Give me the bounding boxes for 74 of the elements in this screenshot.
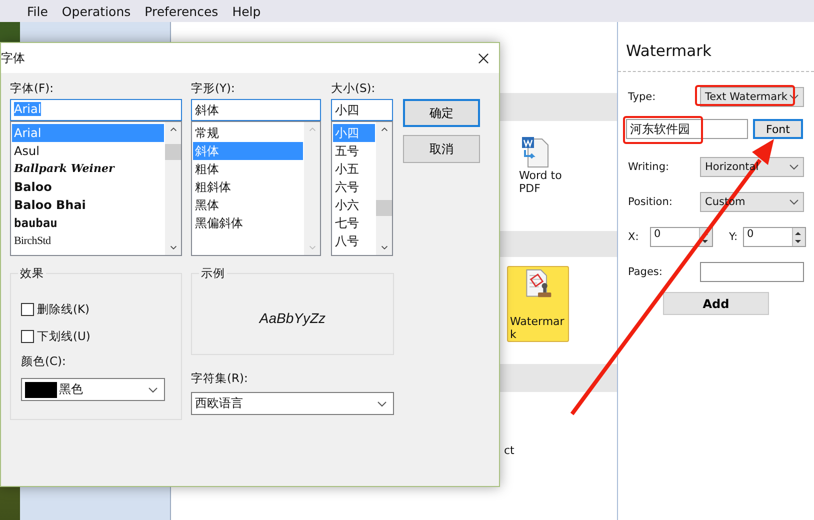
text-field[interactable]: 河东软件园 — [626, 119, 748, 139]
list-item[interactable]: 八号 — [333, 232, 375, 250]
group-title: 示例 — [199, 266, 227, 281]
field-label: Y: — [729, 231, 739, 243]
field-label: 字体(F): — [10, 81, 54, 97]
field-label: 大小(S): — [331, 81, 376, 97]
chevron-down-icon — [789, 199, 799, 205]
tool-label: ct — [504, 444, 516, 457]
chevron-down-icon — [148, 386, 158, 392]
checkbox-label: 删除线(K) — [37, 302, 90, 317]
size-field[interactable]: 小四 — [331, 99, 393, 121]
field-label: Position: — [627, 196, 674, 208]
add-button[interactable]: Add — [663, 292, 769, 315]
list-item[interactable]: BirchStd — [12, 232, 164, 250]
scroll-down-icon[interactable] — [168, 245, 178, 251]
chevron-down-icon — [789, 94, 799, 100]
list-item[interactable]: 七号 — [333, 214, 375, 232]
dialog-button[interactable]: 确定 — [403, 99, 480, 127]
font-button[interactable]: Font — [753, 119, 803, 139]
dialog-title: 字体 — [1, 50, 25, 66]
scroll-down-icon[interactable] — [380, 245, 388, 251]
list-item[interactable]: Baloo — [12, 178, 164, 196]
panel-title: Watermark — [626, 42, 712, 62]
list-item[interactable]: 六号 — [333, 178, 375, 196]
list-item[interactable]: 常规 — [193, 124, 303, 142]
spin-field[interactable]: 0 — [743, 227, 806, 247]
chevron-down-icon — [377, 400, 387, 406]
pages-field[interactable] — [700, 262, 804, 282]
checkbox-label: 下划线(U) — [37, 329, 90, 344]
field-label: Pages: — [627, 266, 664, 278]
list-item[interactable]: 小六 — [333, 196, 375, 214]
field-label: 字符集(R): — [191, 371, 249, 387]
menu-item[interactable]: Preferences — [144, 4, 218, 18]
spin-down-icon[interactable] — [793, 238, 803, 244]
menu-item[interactable]: File — [27, 4, 48, 18]
list-item[interactable]: Ballpark Weiner — [12, 160, 164, 178]
spin-field[interactable]: 0 — [650, 227, 713, 247]
list-item[interactable]: baubau — [12, 214, 164, 232]
field-label: 字形(Y): — [191, 81, 236, 97]
tool-tile[interactable]: Watermark — [507, 266, 569, 342]
list-item[interactable]: Asul — [12, 142, 164, 160]
chevron-down-icon — [789, 164, 799, 170]
list-item[interactable]: 五号 — [333, 142, 375, 160]
spin-down-icon[interactable] — [700, 238, 710, 244]
field-label: Type: — [627, 91, 657, 103]
field-label: 颜色(C): — [21, 354, 67, 370]
list-item[interactable]: 小五 — [333, 160, 375, 178]
sample-text: AaBbYyZz — [259, 310, 326, 326]
scroll-thumb[interactable] — [376, 200, 392, 216]
menu-item[interactable]: Operations — [62, 4, 131, 18]
field-label: Writing: — [627, 161, 670, 173]
scroll-up-icon[interactable] — [380, 126, 388, 132]
spin-up-icon[interactable] — [793, 230, 803, 236]
close-icon[interactable] — [478, 52, 489, 64]
checkbox[interactable] — [21, 303, 34, 316]
list-item[interactable]: 黑体 — [193, 196, 303, 214]
scrollbar[interactable] — [165, 122, 181, 255]
style-field[interactable]: 斜体 — [191, 99, 321, 121]
list-item[interactable]: 黑偏斜体 — [193, 214, 303, 232]
scrollbar[interactable] — [376, 122, 392, 255]
word-document-icon — [519, 135, 551, 169]
list-item[interactable]: 粗斜体 — [193, 178, 303, 196]
field-label: X: — [627, 231, 640, 243]
scroll-thumb[interactable] — [165, 144, 181, 160]
group-title: 效果 — [18, 266, 46, 281]
list-item[interactable]: Baloo Bhai — [12, 196, 164, 214]
list-item[interactable]: 粗体 — [193, 160, 303, 178]
dialog-button[interactable]: 取消 — [403, 135, 480, 163]
color-dropdown[interactable]: 黑色 — [21, 378, 165, 401]
menu-item[interactable]: Help — [232, 4, 261, 18]
tool-tile[interactable]: Word to PDF — [515, 131, 577, 199]
scroll-up-icon[interactable] — [168, 126, 178, 132]
charset-dropdown[interactable]: 西欧语言 — [191, 392, 394, 415]
checkbox[interactable] — [21, 330, 34, 343]
